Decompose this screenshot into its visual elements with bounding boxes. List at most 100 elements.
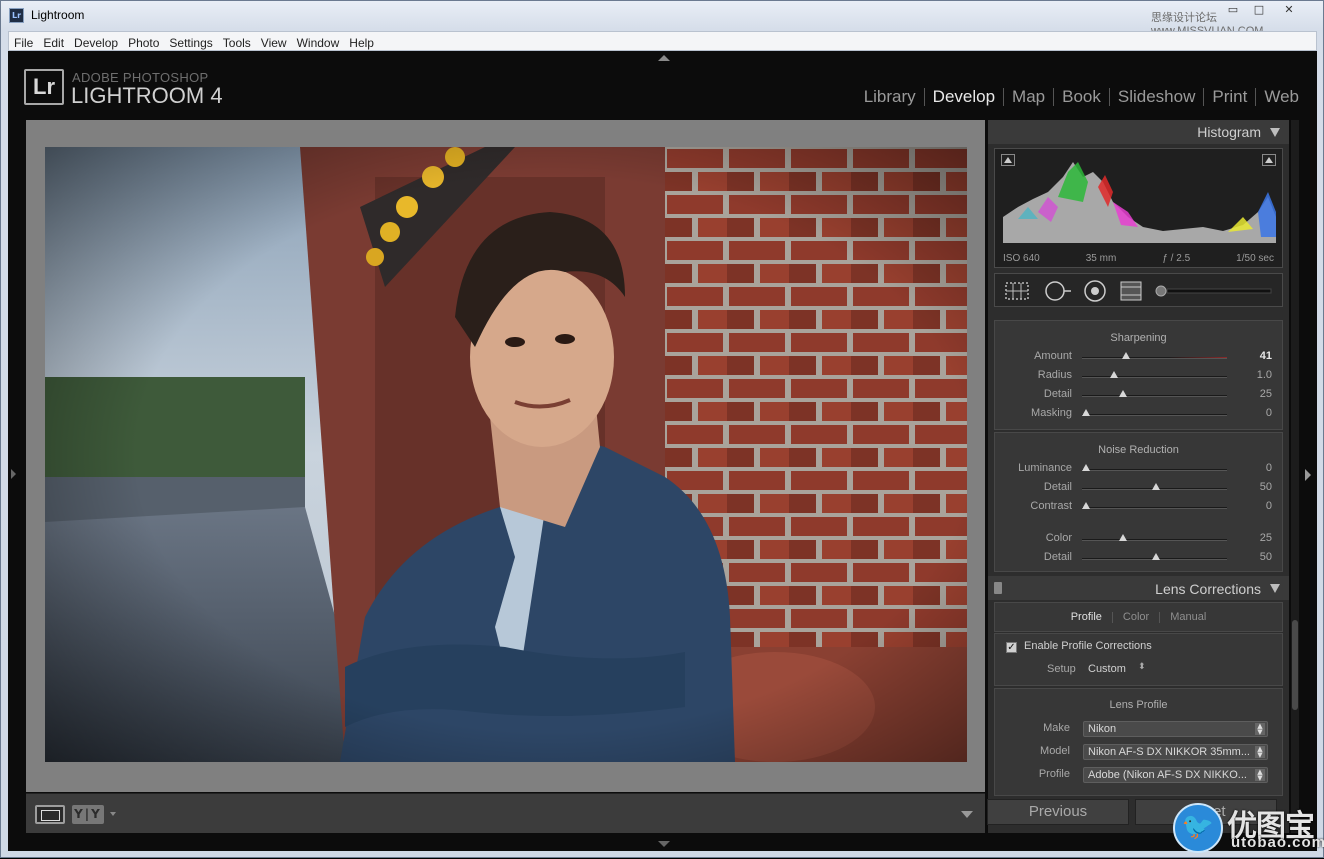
menu-develop[interactable]: Develop: [69, 34, 123, 52]
filmstrip-toggle-icon[interactable]: [658, 841, 670, 847]
left-panel-toggle-icon[interactable]: [11, 469, 16, 479]
bird-logo-icon: 🐦: [1173, 803, 1223, 853]
right-panel-toggle-icon[interactable]: [1305, 469, 1311, 481]
slider-value[interactable]: 25: [1260, 388, 1272, 400]
slider-track[interactable]: [1082, 469, 1227, 471]
red-eye-icon[interactable]: [1082, 280, 1108, 302]
lens-corrections-header[interactable]: Lens Corrections: [988, 576, 1289, 600]
slider-label: Radius: [1037, 369, 1072, 381]
setup-stepper-icon[interactable]: ⬍: [1138, 662, 1146, 672]
slider-knob[interactable]: [1082, 464, 1091, 471]
histogram: ISO 640 35 mm ƒ / 2.5 1/50 sec: [994, 148, 1283, 268]
slider-knob[interactable]: [1121, 352, 1130, 359]
histogram-header[interactable]: Histogram: [988, 120, 1289, 144]
before-after-button[interactable]: Y|Y: [72, 805, 104, 824]
slider-value[interactable]: 0: [1266, 462, 1272, 474]
lens-corrections-tabs: Profile Color Manual: [994, 602, 1283, 632]
slider-value[interactable]: 25: [1260, 532, 1272, 544]
model-select[interactable]: Nikon AF-S DX NIKKOR 35mm... ▲ ▼: [1083, 744, 1268, 760]
lens-corrections-collapse-icon[interactable]: [1270, 584, 1280, 593]
slider-knob[interactable]: [1109, 371, 1118, 378]
close-icon[interactable]: ✕: [1277, 3, 1301, 17]
lightroom-app-icon: Lr: [9, 8, 24, 23]
iso-value: ISO 640: [1003, 253, 1040, 264]
maximize-icon[interactable]: □: [1247, 3, 1271, 17]
slider-track[interactable]: [1082, 539, 1227, 541]
menu-edit[interactable]: Edit: [38, 34, 69, 52]
slider-value[interactable]: 41: [1260, 350, 1272, 362]
tab-profile[interactable]: Profile: [1061, 611, 1112, 623]
slider-knob[interactable]: [1082, 502, 1091, 509]
slider-knob[interactable]: [1118, 534, 1127, 541]
enable-profile-corrections-checkbox[interactable]: ✓: [1006, 642, 1017, 653]
noise-reduction-section: Noise Reduction Luminance 0 Detail 50 Contra…: [994, 432, 1283, 572]
enable-profile-corrections-label: Enable Profile Corrections: [1024, 640, 1152, 652]
module-develop[interactable]: Develop: [925, 87, 1003, 107]
slider-label: Detail: [1043, 388, 1072, 400]
lens-corrections-title: Lens Corrections: [1155, 581, 1261, 597]
slider-track[interactable]: [1082, 395, 1227, 397]
slider-value[interactable]: 0: [1266, 407, 1272, 419]
profile-value: Adobe (Nikon AF-S DX NIKKO...: [1088, 769, 1247, 781]
slider-value[interactable]: 50: [1260, 481, 1272, 493]
tab-manual[interactable]: Manual: [1160, 611, 1216, 623]
module-map[interactable]: Map: [1004, 87, 1053, 107]
slider-knob[interactable]: [1151, 483, 1160, 490]
top-panel-toggle-icon[interactable]: [658, 55, 670, 61]
slider-track[interactable]: [1082, 414, 1227, 416]
slider-row-radius: Radius 1.0: [995, 368, 1284, 386]
module-library[interactable]: Library: [856, 87, 924, 107]
slider-knob[interactable]: [1082, 409, 1091, 416]
slider-value[interactable]: 1.0: [1257, 369, 1272, 381]
slider-label: Luminance: [1018, 462, 1072, 474]
module-book[interactable]: Book: [1054, 87, 1109, 107]
graduated-filter-icon[interactable]: [1117, 280, 1145, 302]
toolbar-options-chevron-down-icon[interactable]: [961, 811, 973, 818]
make-select[interactable]: Nikon ▲ ▼: [1083, 721, 1268, 737]
menu-view[interactable]: View: [256, 34, 292, 52]
utobao-watermark: 🐦 优图宝 utobao.com: [1169, 797, 1324, 859]
menu-window[interactable]: Window: [292, 34, 345, 52]
menu-bar: File Edit Develop Photo Settings Tools View Win…: [8, 31, 1317, 51]
lens-corrections-switch[interactable]: [994, 582, 1002, 594]
shutter-speed: 1/50 sec: [1236, 253, 1274, 264]
menu-file[interactable]: File: [9, 34, 38, 52]
slider-value[interactable]: 0: [1266, 500, 1272, 512]
tab-color[interactable]: Color: [1113, 611, 1159, 623]
module-print[interactable]: Print: [1204, 87, 1255, 107]
setup-select[interactable]: Custom: [1088, 663, 1126, 675]
module-web[interactable]: Web: [1256, 87, 1307, 107]
spot-removal-icon[interactable]: [1043, 280, 1073, 302]
slider-value[interactable]: 50: [1260, 551, 1272, 563]
slider-label: Color: [1045, 532, 1072, 544]
before-after-dropdown-icon[interactable]: [110, 812, 116, 816]
minimize-icon[interactable]: ▭: [1221, 3, 1245, 17]
make-label: Make: [1043, 722, 1070, 734]
histogram-collapse-icon[interactable]: [1270, 128, 1280, 137]
slider-label: Contrast: [1030, 500, 1072, 512]
image-canvas[interactable]: [26, 120, 985, 792]
slider-knob[interactable]: [1118, 390, 1127, 397]
profile-label: Profile: [1038, 768, 1070, 780]
develop-right-panel: Histogram ISO 640 35 mm ƒ / 2.5 1/50 sec…: [988, 120, 1289, 833]
photo-illustration: [45, 147, 967, 762]
slider-track[interactable]: [1082, 376, 1227, 378]
menu-help[interactable]: Help: [344, 34, 379, 52]
menu-photo[interactable]: Photo: [123, 34, 164, 52]
previous-button[interactable]: Previous: [987, 799, 1129, 825]
adjustment-brush-slider-icon[interactable]: [1155, 280, 1273, 302]
scrollbar-thumb[interactable]: [1292, 620, 1298, 710]
profile-select[interactable]: Adobe (Nikon AF-S DX NIKKO... ▲ ▼: [1083, 767, 1268, 783]
histogram-title: Histogram: [1197, 124, 1261, 140]
slider-track[interactable]: [1082, 507, 1227, 509]
sharpening-title: Sharpening: [1110, 332, 1167, 344]
slider-track[interactable]: [1082, 357, 1227, 359]
slider-row-amount: Amount 41: [995, 349, 1284, 367]
crop-overlay-icon[interactable]: [1003, 280, 1031, 302]
loupe-view-button[interactable]: [35, 805, 65, 824]
menu-settings[interactable]: Settings: [164, 34, 217, 52]
slider-knob[interactable]: [1151, 553, 1160, 560]
menu-tools[interactable]: Tools: [218, 34, 256, 52]
right-panel-scrollbar[interactable]: [1291, 120, 1299, 833]
module-slideshow[interactable]: Slideshow: [1110, 87, 1204, 107]
